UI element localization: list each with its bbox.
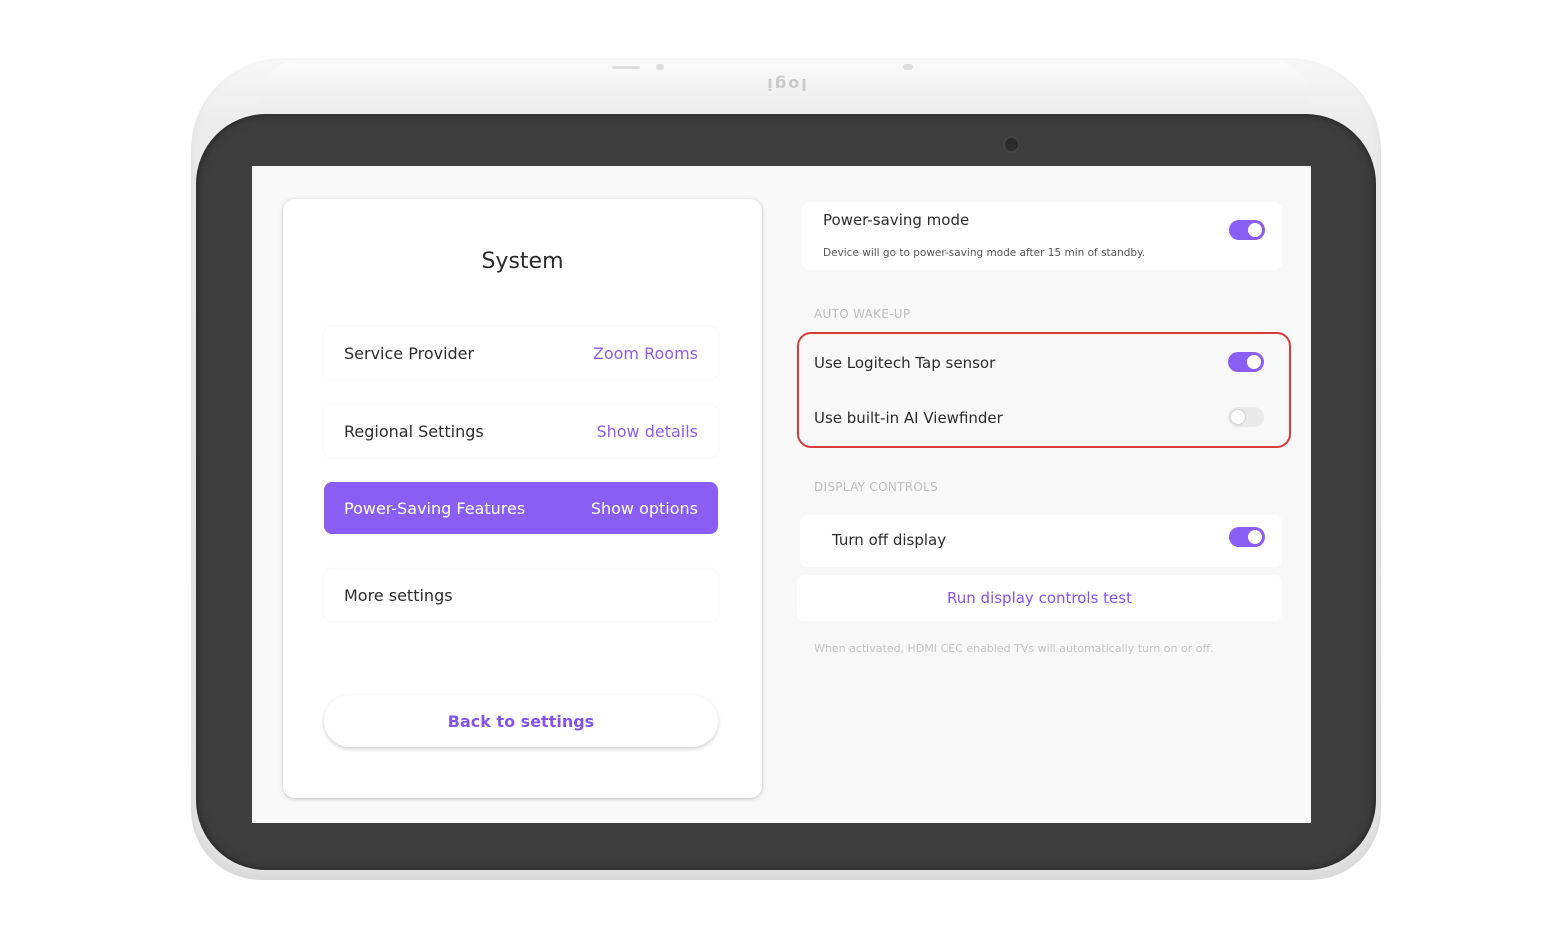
sensor-icon xyxy=(612,66,640,69)
toggle-knob xyxy=(1248,530,1262,544)
camera-icon xyxy=(1005,138,1018,151)
panel-title: System xyxy=(481,249,564,274)
display-controls-header: DISPLAY CONTROLS xyxy=(814,480,939,494)
row-label: Power-Saving Features xyxy=(344,498,526,518)
regional-settings-row[interactable]: Regional Settings Show details xyxy=(324,405,718,457)
ai-viewfinder-toggle[interactable] xyxy=(1228,407,1264,427)
microphone-icon xyxy=(656,64,664,70)
toggle-knob xyxy=(1231,410,1245,424)
back-to-settings-button[interactable]: Back to settings xyxy=(324,695,718,747)
system-panel: System Service Provider Zoom Rooms Regio… xyxy=(283,199,762,798)
screen: System Service Provider Zoom Rooms Regio… xyxy=(252,166,1311,823)
turn-off-display-toggle[interactable] xyxy=(1229,527,1265,547)
run-display-controls-test-link[interactable]: Run display controls test xyxy=(797,589,1282,607)
brand-logo: logi xyxy=(765,75,807,94)
light-sensor-icon xyxy=(903,64,913,70)
toggle-knob xyxy=(1248,223,1262,237)
row-label: Service Provider xyxy=(344,343,475,363)
power-saving-features-row[interactable]: Power-Saving Features Show options xyxy=(324,482,718,534)
power-saving-toggle[interactable] xyxy=(1229,220,1265,240)
service-provider-row[interactable]: Service Provider Zoom Rooms xyxy=(324,327,718,379)
tap-sensor-label: Use Logitech Tap sensor xyxy=(814,354,996,372)
row-label: More settings xyxy=(344,585,453,605)
turn-off-display-label: Turn off display xyxy=(832,531,947,549)
row-value: Zoom Rooms xyxy=(592,343,698,363)
power-saving-title: Power-saving mode xyxy=(823,211,970,229)
cec-hint: When activated, HDMI CEC enabled TVs wil… xyxy=(814,642,1214,655)
turn-off-display-card: Turn off display xyxy=(800,515,1282,567)
tap-sensor-toggle[interactable] xyxy=(1228,352,1264,372)
row-value: Show details xyxy=(596,421,698,441)
power-saving-mode-card: Power-saving mode Device will go to powe… xyxy=(802,202,1282,270)
power-saving-subtitle: Device will go to power-saving mode afte… xyxy=(823,247,1146,259)
run-test-card[interactable]: Run display controls test xyxy=(797,575,1282,621)
more-settings-row[interactable]: More settings xyxy=(324,569,718,621)
row-value: Show options xyxy=(590,498,698,518)
ai-viewfinder-label: Use built-in AI Viewfinder xyxy=(814,409,1003,427)
auto-wake-up-header: AUTO WAKE-UP xyxy=(814,307,911,321)
highlight-annotation xyxy=(797,332,1291,448)
toggle-knob xyxy=(1247,355,1261,369)
row-label: Regional Settings xyxy=(344,421,484,441)
